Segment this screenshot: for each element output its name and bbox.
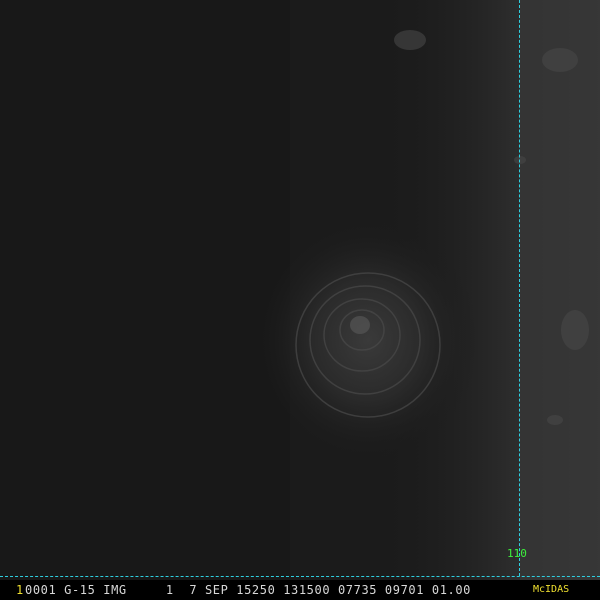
image-header-info: 0001 G-15 IMG 1 7 SEP 15250 131500 07735… [25, 583, 472, 597]
frame-number: 1 [16, 583, 24, 597]
longitude-label: 110 [507, 547, 527, 560]
status-bar: 1 0001 G-15 IMG 1 7 SEP 15250 131500 077… [0, 580, 600, 600]
longitude-grid-line [519, 0, 520, 576]
satellite-viewport: 110 1 0001 G-15 IMG 1 7 SEP 15250 131500… [0, 0, 600, 600]
latitude-grid-line [0, 576, 600, 577]
satellite-imagery [0, 0, 600, 600]
mcidas-logo: McIDAS [533, 584, 570, 595]
